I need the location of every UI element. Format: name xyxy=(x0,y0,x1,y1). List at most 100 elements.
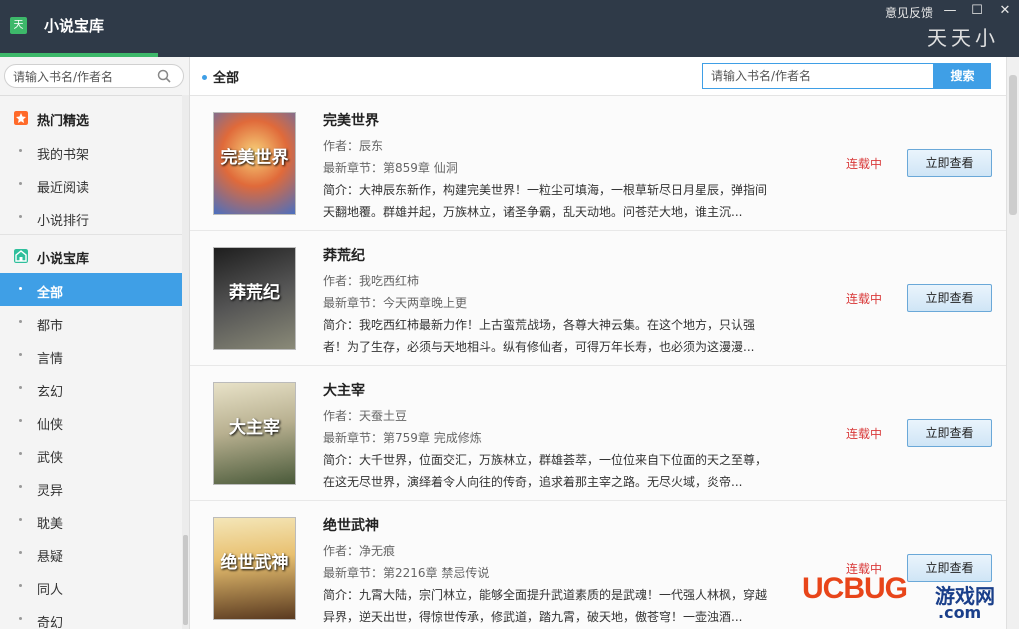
book-title[interactable]: 绝世武神 xyxy=(323,515,379,535)
sidebar-item-label: 最近阅读 xyxy=(37,181,90,196)
sidebar-section-label: 热门精选 xyxy=(37,114,90,129)
sidebar-item-label: 言情 xyxy=(37,352,64,367)
book-cover[interactable]: 莽荒纪 xyxy=(213,247,296,350)
bullet-icon xyxy=(19,149,22,152)
book-cover[interactable]: 大主宰 xyxy=(213,382,296,485)
title-bar: 天 小说宝库 意见反馈 — ☐ ✕ 天天小说 xyxy=(0,0,1019,79)
view-now-button[interactable]: 立即查看 xyxy=(907,419,992,447)
book-latest-chapter: 最新章节：第859章 仙洞 xyxy=(323,161,458,175)
main-scrollbar-thumb[interactable] xyxy=(1009,75,1017,215)
sidebar-item-label: 武侠 xyxy=(37,451,64,466)
main-search-box xyxy=(702,63,934,89)
main-content: 全部 搜索 完美世界 完美世界 作者：辰东 最新章节：第859章 仙洞 简介：大… xyxy=(190,57,1019,629)
book-description: 简介：大神辰东新作，构建完美世界！一粒尘可填海，一根草斩尽日月星辰，弹指间天翻地… xyxy=(323,183,768,219)
maximize-icon[interactable]: ☐ xyxy=(967,2,987,20)
cover-image: 大主宰 xyxy=(214,383,295,484)
book-item: 大主宰 大主宰 作者：天蚕土豆 最新章节：第759章 完成修炼 简介：大千世界，… xyxy=(190,366,1006,501)
sidebar-item-fanfic[interactable]: 同人 xyxy=(0,570,182,603)
close-icon[interactable]: ✕ xyxy=(995,2,1015,20)
sidebar-item-label: 我的书架 xyxy=(37,148,90,163)
book-latest-chapter: 最新章节：今天两章晚上更 xyxy=(323,296,468,310)
book-description: 简介：大千世界，位面交汇，万族林立，群雄荟萃，一位位来自下位面的天之至尊，在这无… xyxy=(323,453,768,489)
book-description: 简介：我吃西红柿最新力作！上古蛮荒战场，各尊大神云集。在这个地方，只认强者！为了… xyxy=(323,318,756,354)
bullet-icon xyxy=(19,617,22,620)
watermark-domain: .com xyxy=(938,603,982,622)
status-badge: 连载中 xyxy=(846,292,883,306)
bullet-icon xyxy=(19,485,22,488)
sidebar-item-label: 悬疑 xyxy=(37,550,64,565)
book-title[interactable]: 莽荒纪 xyxy=(323,245,365,265)
sidebar-item-magic[interactable]: 奇幻 xyxy=(0,603,182,629)
bullet-icon xyxy=(19,419,22,422)
minimize-icon[interactable]: — xyxy=(940,2,960,20)
cover-title: 绝世武神 xyxy=(220,553,289,573)
book-author: 作者：天蚕土豆 xyxy=(323,409,408,423)
bullet-icon xyxy=(19,215,22,218)
sidebar-section-label: 小说宝库 xyxy=(37,252,90,267)
sidebar-item-bookshelf[interactable]: 我的书架 xyxy=(0,135,182,168)
sidebar-search-input[interactable] xyxy=(13,69,148,85)
book-cover[interactable]: 完美世界 xyxy=(213,112,296,215)
sidebar-item-label: 玄幻 xyxy=(37,385,64,400)
book-title[interactable]: 大主宰 xyxy=(323,380,365,400)
book-title[interactable]: 完美世界 xyxy=(323,110,379,130)
view-now-button[interactable]: 立即查看 xyxy=(907,149,992,177)
book-description: 简介：九霄大陆，宗门林立，能够全面提升武道素质的是武魂！一代强人林枫，穿越异界，… xyxy=(323,588,768,624)
sidebar-section-library[interactable]: 小说宝库 xyxy=(0,239,182,273)
sidebar-item-danmei[interactable]: 耽美 xyxy=(0,504,182,537)
sidebar-item-urban[interactable]: 都市 xyxy=(0,306,182,339)
sidebar-item-wuxia[interactable]: 武侠 xyxy=(0,438,182,471)
sidebar-item-ranking[interactable]: 小说排行 xyxy=(0,201,182,234)
sidebar-item-xianxia[interactable]: 仙侠 xyxy=(0,405,182,438)
app-title: 小说宝库 xyxy=(44,17,105,35)
bullet-icon xyxy=(202,75,207,80)
bullet-icon xyxy=(19,551,22,554)
bullet-icon xyxy=(19,452,22,455)
cover-image: 绝世武神 xyxy=(214,518,295,619)
sidebar-section-hot[interactable]: 热门精选 xyxy=(0,101,182,135)
book-author: 作者：我吃西红柿 xyxy=(323,274,420,288)
sidebar-scrollbar[interactable] xyxy=(182,95,189,629)
main-scrollbar[interactable] xyxy=(1006,57,1019,629)
main-search-input[interactable] xyxy=(711,65,931,87)
bullet-icon xyxy=(19,353,22,356)
sidebar-item-label: 仙侠 xyxy=(37,418,64,433)
book-latest-chapter: 最新章节：第759章 完成修炼 xyxy=(323,431,482,445)
sidebar-item-label: 全部 xyxy=(37,286,64,301)
book-cover[interactable]: 绝世武神 xyxy=(213,517,296,620)
cover-title: 完美世界 xyxy=(220,148,289,168)
sidebar-item-label: 都市 xyxy=(37,319,64,334)
sidebar-item-romance[interactable]: 言情 xyxy=(0,339,182,372)
sidebar-scrollbar-thumb[interactable] xyxy=(183,535,188,625)
cover-title: 莽荒纪 xyxy=(229,283,280,303)
book-latest-chapter: 最新章节：第2216章 禁忌传说 xyxy=(323,566,490,580)
divider xyxy=(0,95,182,96)
cover-image: 完美世界 xyxy=(214,113,295,214)
cover-title: 大主宰 xyxy=(229,418,280,438)
sidebar-search-box xyxy=(4,64,184,88)
book-item: 完美世界 完美世界 作者：辰东 最新章节：第859章 仙洞 简介：大神辰东新作，… xyxy=(190,96,1006,231)
view-now-button[interactable]: 立即查看 xyxy=(907,284,992,312)
status-badge: 连载中 xyxy=(846,157,883,171)
sidebar-item-supernatural[interactable]: 灵异 xyxy=(0,471,182,504)
sidebar-item-recent[interactable]: 最近阅读 xyxy=(0,168,182,201)
feedback-link[interactable]: 意见反馈 xyxy=(885,4,933,21)
search-button[interactable]: 搜索 xyxy=(934,63,991,89)
breadcrumb: 全部 xyxy=(202,67,239,86)
app-logo-icon: 天 xyxy=(10,17,27,34)
divider xyxy=(0,234,182,235)
book-item: 莽荒纪 莽荒纪 作者：我吃西红柿 最新章节：今天两章晚上更 简介：我吃西红柿最新… xyxy=(190,231,1006,366)
bullet-icon xyxy=(19,386,22,389)
sidebar-item-label: 灵异 xyxy=(37,484,64,499)
search-icon[interactable] xyxy=(157,69,171,83)
bullet-icon xyxy=(19,320,22,323)
hot-icon xyxy=(14,111,28,125)
bullet-icon xyxy=(19,518,22,521)
sidebar-item-label: 奇幻 xyxy=(37,616,64,629)
sidebar-nav: 热门精选 我的书架 最近阅读 小说排行 小说宝库 全部 都市 言情 玄幻 仙侠 … xyxy=(0,101,182,629)
sidebar-item-suspense[interactable]: 悬疑 xyxy=(0,537,182,570)
watermark: UCBUG 游戏网 .com xyxy=(800,570,1015,626)
sidebar-item-fantasy[interactable]: 玄幻 xyxy=(0,372,182,405)
sidebar-item-all[interactable]: 全部 xyxy=(0,273,182,306)
book-author: 作者：辰东 xyxy=(323,139,384,153)
